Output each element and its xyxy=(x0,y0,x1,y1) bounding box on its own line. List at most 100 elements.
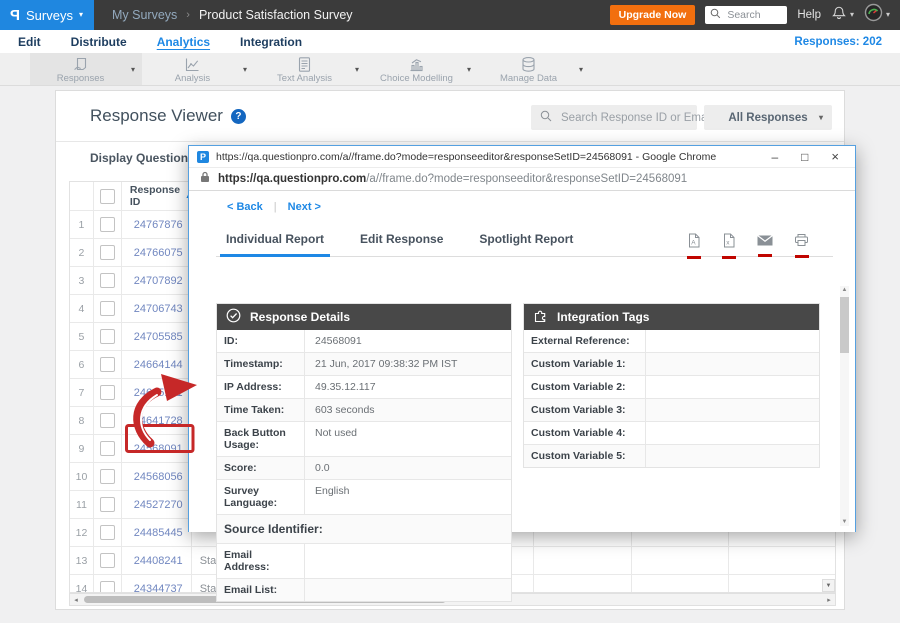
response-id-link[interactable]: 24707892 xyxy=(122,267,192,294)
row-checkbox[interactable] xyxy=(100,441,115,456)
response-id-link[interactable]: 24408241 xyxy=(122,547,192,574)
response-id-link[interactable]: 24527270 xyxy=(122,491,192,518)
row-number-header xyxy=(70,182,94,210)
url-bar[interactable]: https://qa.questionpro.com/a//frame.do?m… xyxy=(189,168,855,191)
response-details-header: Response Details xyxy=(217,304,511,330)
tab-spotlight-report[interactable]: Spotlight Report xyxy=(479,232,573,256)
empty-cell xyxy=(534,575,632,593)
row-checkbox[interactable] xyxy=(100,329,115,344)
response-id-link[interactable]: 24767876 xyxy=(122,211,192,238)
toolbar-item-choice-modelling[interactable]: Choice Modelling▾ xyxy=(366,53,478,85)
row-checkbox[interactable] xyxy=(100,273,115,288)
response-id-link[interactable]: 24766075 xyxy=(122,239,192,266)
response-id-link[interactable]: 24664144 xyxy=(122,351,192,378)
popup-vertical-scrollbar[interactable]: ▲ ▼ xyxy=(840,286,849,526)
subnav-item-distribute[interactable]: Distribute xyxy=(71,35,127,49)
row-checkbox[interactable] xyxy=(100,469,115,484)
response-id-link[interactable]: 24568056 xyxy=(122,463,192,490)
chevron-down-icon[interactable]: ▾ xyxy=(579,65,583,74)
check-circle-icon xyxy=(226,308,241,326)
minimize-button[interactable]: – xyxy=(771,151,778,163)
row-checkbox[interactable] xyxy=(100,553,115,568)
row-checkbox[interactable] xyxy=(100,245,115,260)
tab-edit-response[interactable]: Edit Response xyxy=(360,232,443,256)
maximize-button[interactable]: □ xyxy=(801,151,808,163)
response-filter-dropdown[interactable]: All Responses ▾ xyxy=(704,105,832,130)
response-detail-value: 0.0 xyxy=(305,457,511,479)
chevron-down-icon[interactable]: ▾ xyxy=(355,65,359,74)
chevron-down-icon[interactable]: ▾ xyxy=(467,65,471,74)
scroll-right-icon[interactable]: ▸ xyxy=(823,594,835,605)
next-link[interactable]: Next > xyxy=(288,201,321,213)
row-checkbox[interactable] xyxy=(100,413,115,428)
notifications-button[interactable]: ▾ xyxy=(831,5,854,26)
row-number: 11 xyxy=(70,491,94,518)
chevron-down-icon[interactable]: ▾ xyxy=(243,65,247,74)
global-search[interactable] xyxy=(705,6,787,24)
scroll-up-icon[interactable]: ▲ xyxy=(840,287,849,293)
account-menu[interactable]: ▾ xyxy=(864,3,890,27)
integration-tag-value xyxy=(646,353,819,375)
response-id-link[interactable]: 24568091 xyxy=(122,435,192,462)
scroll-down-icon[interactable]: ▼ xyxy=(840,519,849,525)
breadcrumb-my-surveys[interactable]: My Surveys xyxy=(112,8,177,22)
response-id-link[interactable]: 24705585 xyxy=(122,323,192,350)
product-switcher[interactable]: P Surveys ▾ xyxy=(0,0,94,30)
integration-tag-value xyxy=(646,422,819,444)
table-vertical-scroll-down-button[interactable]: ▼ xyxy=(822,579,835,592)
close-button[interactable]: × xyxy=(831,150,839,163)
response-id-link[interactable]: 24485445 xyxy=(122,519,192,546)
word-export-icon[interactable]: x xyxy=(722,233,736,259)
chevron-down-icon[interactable]: ▾ xyxy=(131,65,135,74)
response-id-link[interactable]: 24641728 xyxy=(122,407,192,434)
integration-tag-label: External Reference: xyxy=(524,330,646,352)
row-checkbox[interactable] xyxy=(100,357,115,372)
subnav-item-integration[interactable]: Integration xyxy=(240,35,302,49)
response-detail-value: 24568091 xyxy=(305,330,511,352)
integration-tag-label: Custom Variable 5: xyxy=(524,445,646,467)
pdf-export-icon[interactable]: A xyxy=(687,233,701,259)
integration-tag-row: Custom Variable 5: xyxy=(524,445,819,467)
upgrade-now-button[interactable]: Upgrade Now xyxy=(610,5,696,25)
response-id-link[interactable]: 24625131 xyxy=(122,379,192,406)
response-id-link[interactable]: 24344737 xyxy=(122,575,192,593)
row-checkbox[interactable] xyxy=(100,581,115,593)
subnav-item-edit[interactable]: Edit xyxy=(18,35,41,49)
response-search[interactable] xyxy=(531,105,697,130)
help-tooltip-icon[interactable]: ? xyxy=(231,109,246,124)
select-all-checkbox[interactable] xyxy=(100,189,115,204)
app-screen: P Surveys ▾ My Surveys › Product Satisfa… xyxy=(0,0,900,623)
search-icon xyxy=(710,6,721,24)
response-id-header[interactable]: Response ID ▲ xyxy=(122,182,192,210)
response-detail-row: Timestamp:21 Jun, 2017 09:38:32 PM IST xyxy=(217,353,511,376)
integration-tag-row: External Reference: xyxy=(524,330,819,353)
subnav-item-analytics[interactable]: Analytics xyxy=(157,35,210,49)
url-path: /a//frame.do?mode=responseeditor&respons… xyxy=(366,173,687,185)
scroll-left-icon[interactable]: ◂ xyxy=(70,594,82,605)
window-titlebar[interactable]: P https://qa.questionpro.com/a//frame.do… xyxy=(189,146,855,168)
help-link[interactable]: Help xyxy=(797,9,821,21)
row-checkbox[interactable] xyxy=(100,385,115,400)
choice-modelling-icon xyxy=(408,56,425,73)
toolbar-item-analysis[interactable]: Analysis▾ xyxy=(142,53,254,85)
bell-icon xyxy=(831,5,847,26)
integration-tag-row: Custom Variable 3: xyxy=(524,399,819,422)
row-checkbox[interactable] xyxy=(100,525,115,540)
row-checkbox-cell xyxy=(94,323,122,350)
email-export-icon[interactable] xyxy=(757,233,773,259)
back-link[interactable]: < Back xyxy=(227,201,263,213)
row-checkbox[interactable] xyxy=(100,497,115,512)
popup-scroll-thumb[interactable] xyxy=(840,297,849,353)
print-icon[interactable] xyxy=(794,233,809,259)
global-search-input[interactable] xyxy=(725,8,789,22)
row-number: 2 xyxy=(70,239,94,266)
tab-individual-report[interactable]: Individual Report xyxy=(226,232,324,256)
toolbar-item-responses[interactable]: Responses▾ xyxy=(30,53,142,85)
toolbar-item-manage-data[interactable]: Manage Data▾ xyxy=(478,53,590,85)
response-id-link[interactable]: 24706743 xyxy=(122,295,192,322)
response-search-input[interactable] xyxy=(559,111,717,125)
row-checkbox[interactable] xyxy=(100,301,115,316)
toolbar-item-text-analysis[interactable]: Text Analysis▾ xyxy=(254,53,366,85)
row-checkbox[interactable] xyxy=(100,217,115,232)
response-detail-label: Source Identifier: xyxy=(217,515,511,543)
